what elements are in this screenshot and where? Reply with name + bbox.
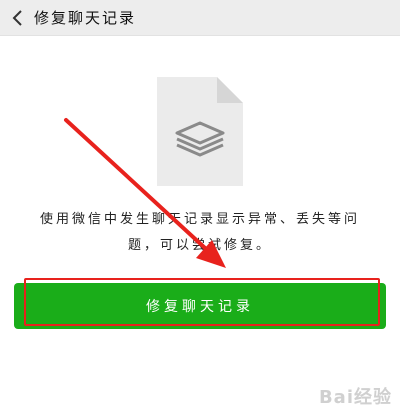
repair-chat-history-page: 修复聊天记录 使用微信中发生聊天记录显示异常、丢失等问 题，可以尝试修复。 修复… (0, 0, 400, 413)
header-bar: 修复聊天记录 (0, 0, 400, 36)
repair-chat-history-button[interactable]: 修复聊天记录 (14, 283, 386, 329)
watermark-logo: Bai经验 (318, 387, 392, 408)
stacked-layers-file-icon (157, 77, 243, 186)
description-line-2: 题，可以尝试修复。 (127, 238, 272, 253)
description-text: 使用微信中发生聊天记录显示异常、丢失等问 题，可以尝试修复。 (20, 207, 380, 259)
description-line-1: 使用微信中发生聊天记录显示异常、丢失等问 (39, 212, 360, 227)
page-title: 修复聊天记录 (34, 9, 137, 27)
chevron-left-icon (12, 9, 22, 26)
back-button[interactable] (0, 0, 34, 36)
